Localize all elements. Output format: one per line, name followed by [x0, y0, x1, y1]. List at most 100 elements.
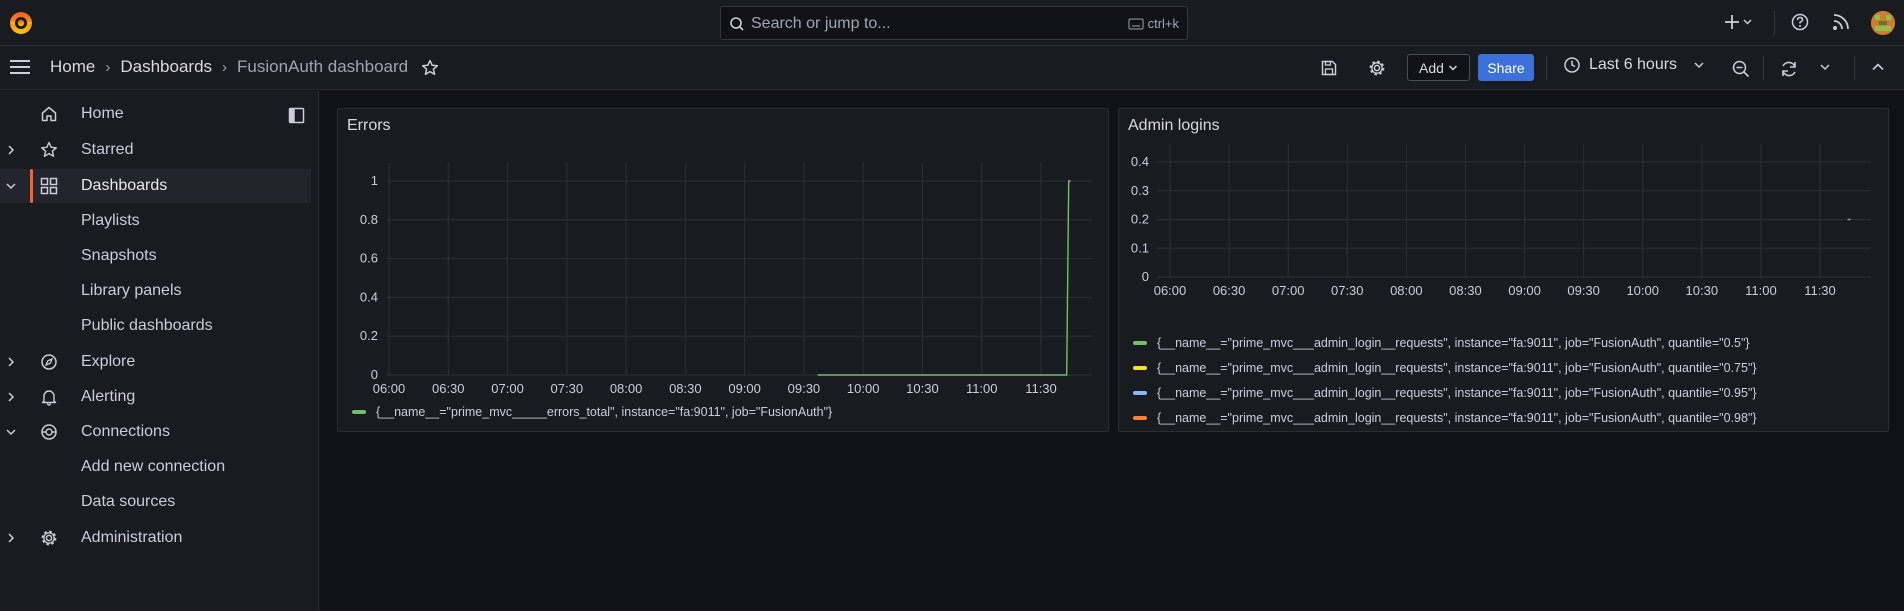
- sidebar-item-playlists[interactable]: Playlists: [81, 212, 140, 230]
- x-tick-label: 06:30: [1213, 283, 1246, 298]
- chevron-down-icon: [1448, 64, 1457, 71]
- legend-label: {__name__="prime_mvc___admin_login__requ…: [1157, 361, 1757, 375]
- chevron-right-icon[interactable]: [5, 390, 17, 404]
- sidebar-item-snapshots[interactable]: Snapshots: [81, 247, 157, 265]
- y-tick-label: 0.4: [360, 289, 378, 304]
- add-button-label: Add: [1419, 59, 1444, 76]
- x-tick-label: 11:30: [1804, 283, 1836, 298]
- panel-errors[interactable]: Errors 0 0.2 0.4 0.6 0.8 1 06:00 06:30 07:00 07:3…: [337, 108, 1109, 432]
- x-tick-label: 06:30: [432, 381, 465, 396]
- legend-color-swatch: [1133, 341, 1147, 345]
- top-bar: Search or jump to... ctrl+k: [0, 0, 1904, 46]
- sidebar-item-alerting[interactable]: Alerting: [0, 380, 311, 414]
- sidebar-item-administration[interactable]: Administration: [0, 521, 311, 555]
- gear-icon: [41, 530, 57, 546]
- x-tick-label: 07:30: [551, 381, 584, 396]
- sidebar-item-label: Alerting: [81, 388, 136, 405]
- series-line: [817, 180, 1071, 376]
- chevron-right-icon[interactable]: [5, 143, 17, 157]
- refresh-icon[interactable]: [1779, 59, 1799, 79]
- user-avatar[interactable]: [1871, 11, 1895, 35]
- legend-item[interactable]: {__name__="prime_mvc___admin_login__requ…: [1133, 386, 1757, 400]
- y-tick-label: 0.2: [360, 328, 378, 343]
- breadcrumb-home[interactable]: Home: [50, 57, 95, 77]
- chevron-right-icon[interactable]: [5, 355, 17, 369]
- y-tick-label: 0.6: [360, 251, 378, 266]
- x-tick-label: 08:00: [610, 381, 643, 396]
- news-rss-icon[interactable]: [1831, 12, 1851, 32]
- legend-item[interactable]: {__name__="prime_mvc_____errors_total", …: [352, 405, 832, 419]
- x-tick-label: 06:00: [373, 381, 406, 396]
- x-tick-label: 11:30: [1025, 381, 1057, 396]
- chevron-down-icon: [1694, 62, 1704, 69]
- dashboard-settings-gear-icon[interactable]: [1368, 59, 1386, 77]
- sidebar-item-public-dashboards[interactable]: Public dashboards: [81, 317, 213, 335]
- share-button[interactable]: Share: [1478, 54, 1534, 81]
- breadcrumb-separator-icon: ›: [105, 58, 111, 76]
- chevron-right-icon[interactable]: [5, 531, 17, 545]
- y-tick-label: 0.4: [1131, 154, 1149, 169]
- search-icon: [730, 17, 744, 31]
- x-tick-label: 11:00: [1745, 283, 1777, 298]
- sidebar-item-connections[interactable]: Connections: [0, 415, 311, 449]
- legend-item[interactable]: {__name__="prime_mvc___admin_login__requ…: [1133, 336, 1750, 350]
- home-icon: [41, 106, 57, 122]
- refresh-interval-chevron-down-icon[interactable]: [1819, 63, 1831, 71]
- legend-item[interactable]: {__name__="prime_mvc___admin_login__requ…: [1133, 361, 1757, 375]
- sidebar-item-starred[interactable]: Starred: [0, 133, 311, 167]
- sidebar-item-explore[interactable]: Explore: [0, 345, 311, 379]
- x-tick-label: 09:30: [1567, 283, 1600, 298]
- search-input[interactable]: Search or jump to... ctrl+k: [720, 6, 1188, 40]
- new-dropdown-button[interactable]: [1725, 12, 1753, 32]
- sidebar-item-add-new-connection[interactable]: Add new connection: [81, 458, 225, 476]
- sidebar-item-label: Administration: [81, 529, 183, 546]
- add-button[interactable]: Add: [1407, 54, 1470, 81]
- breadcrumb: Home › Dashboards › FusionAuth dashboard: [50, 57, 408, 77]
- x-tick-label: 09:30: [788, 381, 821, 396]
- breadcrumb-dashboards[interactable]: Dashboards: [120, 57, 212, 77]
- sidebar-item-data-sources[interactable]: Data sources: [81, 493, 175, 511]
- mark-favorite-star-icon[interactable]: [421, 59, 439, 77]
- breadcrumb-separator-icon: ›: [222, 58, 228, 76]
- chevron-down-icon[interactable]: [5, 425, 17, 439]
- legend-label: {__name__="prime_mvc___admin_login__requ…: [1157, 386, 1757, 400]
- menu-hamburger-icon[interactable]: [9, 58, 31, 76]
- legend-color-swatch: [1133, 416, 1147, 420]
- search-shortcut: ctrl+k: [1128, 16, 1179, 31]
- sidebar-item-label: Explore: [81, 353, 136, 370]
- sidebar-item-home[interactable]: Home: [0, 97, 311, 131]
- x-tick-label: 10:30: [1686, 283, 1719, 298]
- legend-label: {__name__="prime_mvc_____errors_total", …: [376, 405, 833, 419]
- panel-admin-logins[interactable]: Admin logins 0 0.1 0.2 0.3 0.4 06:00 06:30 07:0…: [1118, 108, 1889, 432]
- dashboard-toolbar: Home › Dashboards › FusionAuth dashboard…: [0, 46, 1904, 90]
- x-tick-label: 08:00: [1390, 283, 1423, 298]
- zoom-out-icon[interactable]: [1731, 59, 1751, 79]
- chevron-down-icon[interactable]: [5, 179, 17, 193]
- star-icon: [41, 141, 57, 157]
- y-tick-label: 1: [371, 173, 378, 188]
- sidebar-item-label: Dashboards: [81, 177, 168, 194]
- sidebar-item-library-panels[interactable]: Library panels: [81, 282, 182, 300]
- save-dashboard-icon[interactable]: [1320, 59, 1338, 77]
- x-tick-label: 09:00: [728, 381, 761, 396]
- y-tick-label: 0: [371, 367, 378, 382]
- bell-icon: [41, 390, 57, 406]
- clock-icon: [1564, 57, 1580, 73]
- time-range-picker[interactable]: Last 6 hours: [1563, 56, 1705, 74]
- y-tick-label: 0.3: [1131, 183, 1149, 198]
- sidebar-item-dashboards[interactable]: Dashboards: [0, 169, 311, 203]
- legend-label: {__name__="prime_mvc___admin_login__requ…: [1157, 336, 1750, 350]
- x-tick-label: 07:00: [1272, 283, 1305, 298]
- legend-color-swatch: [352, 410, 366, 414]
- help-icon[interactable]: [1790, 12, 1810, 32]
- errors-time-series-chart[interactable]: 0 0.2 0.4 0.6 0.8 1 06:00 06:30 07:00 07:30 08:00 0…: [338, 109, 1110, 433]
- active-indicator: [30, 169, 33, 203]
- search-placeholder: Search or jump to...: [751, 15, 891, 32]
- sidebar-item-label: Starred: [81, 141, 134, 158]
- grafana-logo-icon[interactable]: [8, 10, 34, 36]
- collapse-chevron-up-icon[interactable]: [1871, 62, 1885, 72]
- legend-label: {__name__="prime_mvc___admin_login__requ…: [1157, 411, 1757, 425]
- compass-icon: [41, 354, 57, 370]
- legend-item[interactable]: {__name__="prime_mvc___admin_login__requ…: [1133, 411, 1757, 425]
- admin-logins-time-series-chart[interactable]: 0 0.1 0.2 0.3 0.4 06:00 06:30 07:00 07:30 08:00 08…: [1119, 109, 1890, 433]
